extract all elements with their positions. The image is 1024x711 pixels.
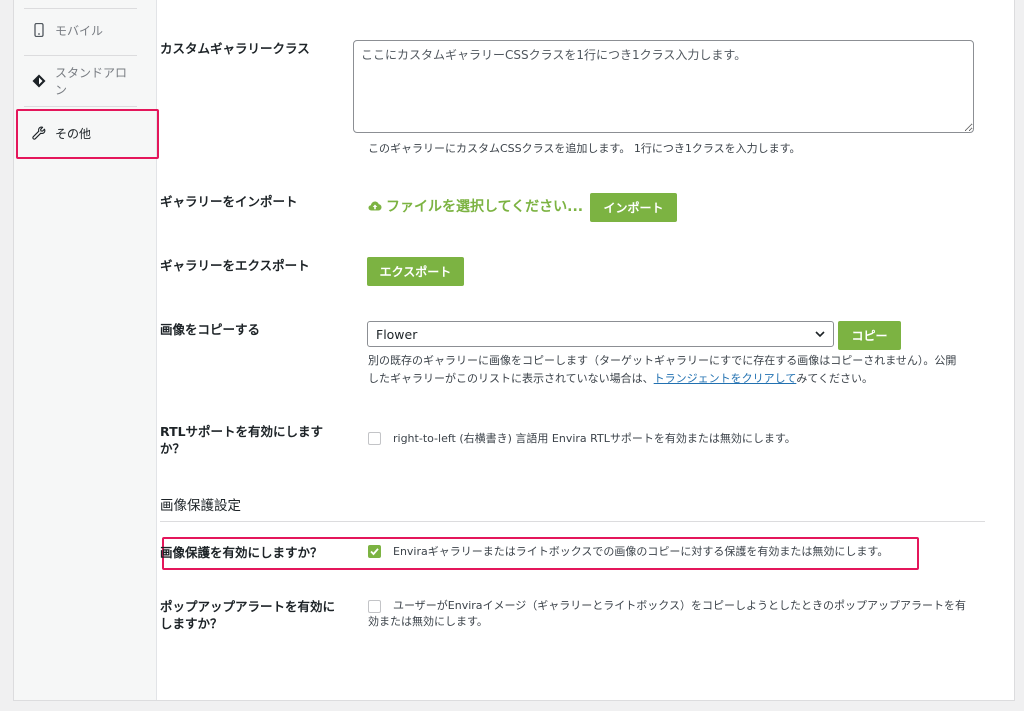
copy-description-text: みてください。 xyxy=(796,372,874,385)
cloud-upload-icon xyxy=(368,200,382,212)
sidebar-item-label: モバイル xyxy=(55,23,104,38)
protection-description: Enviraギャラリーまたはライトボックスでの画像のコピーに対する保護を有効また… xyxy=(393,545,889,558)
protection-label: 画像保護を有効にしますか？ xyxy=(160,545,323,560)
sidebar-divider xyxy=(24,106,137,107)
section-divider xyxy=(160,521,985,522)
protection-section-title: 画像保護設定 xyxy=(160,498,241,514)
gallery-select-value: Flower xyxy=(376,326,418,342)
copy-images-label: 画像をコピーする xyxy=(160,322,261,337)
sidebar: モバイル スタンドアロン その他 xyxy=(14,0,157,700)
popup-alert-description-line2: 効または無効にします。 xyxy=(368,615,488,628)
sidebar-highlight-frame xyxy=(16,109,159,159)
rtl-label-line: か？ xyxy=(160,441,186,456)
export-label: ギャラリーをエクスポート xyxy=(160,258,310,273)
checkmark-icon xyxy=(370,548,379,556)
protection-checkbox[interactable] xyxy=(368,545,381,558)
standalone-icon xyxy=(32,74,46,88)
sidebar-item-mobile[interactable]: モバイル xyxy=(24,8,138,52)
popup-alert-label-line: ポップアップアラートを有効に xyxy=(160,599,336,614)
rtl-checkbox[interactable] xyxy=(368,432,381,445)
file-select-link[interactable]: ファイルを選択してください... xyxy=(368,196,583,216)
mobile-icon xyxy=(32,23,46,37)
custom-class-textarea[interactable] xyxy=(353,40,974,133)
popup-alert-label: ポップアップアラートを有効に しますか？ xyxy=(160,598,335,632)
import-label: ギャラリーをインポート xyxy=(160,194,298,209)
chevron-down-icon xyxy=(813,327,827,341)
sidebar-divider xyxy=(24,55,137,56)
export-button[interactable]: エクスポート xyxy=(367,257,464,286)
custom-class-label: カスタムギャラリークラス xyxy=(160,41,310,56)
rtl-description: right-to-left (右横書き) 言語用 Envira RTLサポートを… xyxy=(393,432,796,445)
popup-alert-label-line: しますか？ xyxy=(160,616,223,631)
clear-transients-link[interactable]: トランジェントをクリアして xyxy=(654,372,797,385)
copy-button[interactable]: コピー xyxy=(838,321,901,350)
popup-alert-checkbox[interactable] xyxy=(368,600,381,613)
file-select-text: ファイルを選択してください... xyxy=(386,199,584,215)
copy-description-text: したギャラリーがこのリストに表示されていない場合は、 xyxy=(368,372,654,385)
copy-description-line1: 別の既存のギャラリーに画像をコピーします（ターゲットギャラリーにすでに存在する画… xyxy=(368,354,957,367)
rtl-label: RTLサポートを有効にします か？ xyxy=(160,423,323,457)
import-button[interactable]: インポート xyxy=(590,193,677,222)
sidebar-item-standalone[interactable]: スタンドアロン xyxy=(24,59,138,103)
copy-description-line2: したギャラリーがこのリストに表示されていない場合は、トランジェントをクリアしてみ… xyxy=(368,370,873,388)
sidebar-item-label: スタンドアロン xyxy=(55,66,128,97)
custom-class-description: このギャラリーにカスタムCSSクラスを追加します。 1行につき1クラスを入力しま… xyxy=(368,142,801,155)
gallery-select[interactable]: Flower xyxy=(367,321,834,347)
rtl-label-line: RTLサポートを有効にします xyxy=(160,424,324,439)
